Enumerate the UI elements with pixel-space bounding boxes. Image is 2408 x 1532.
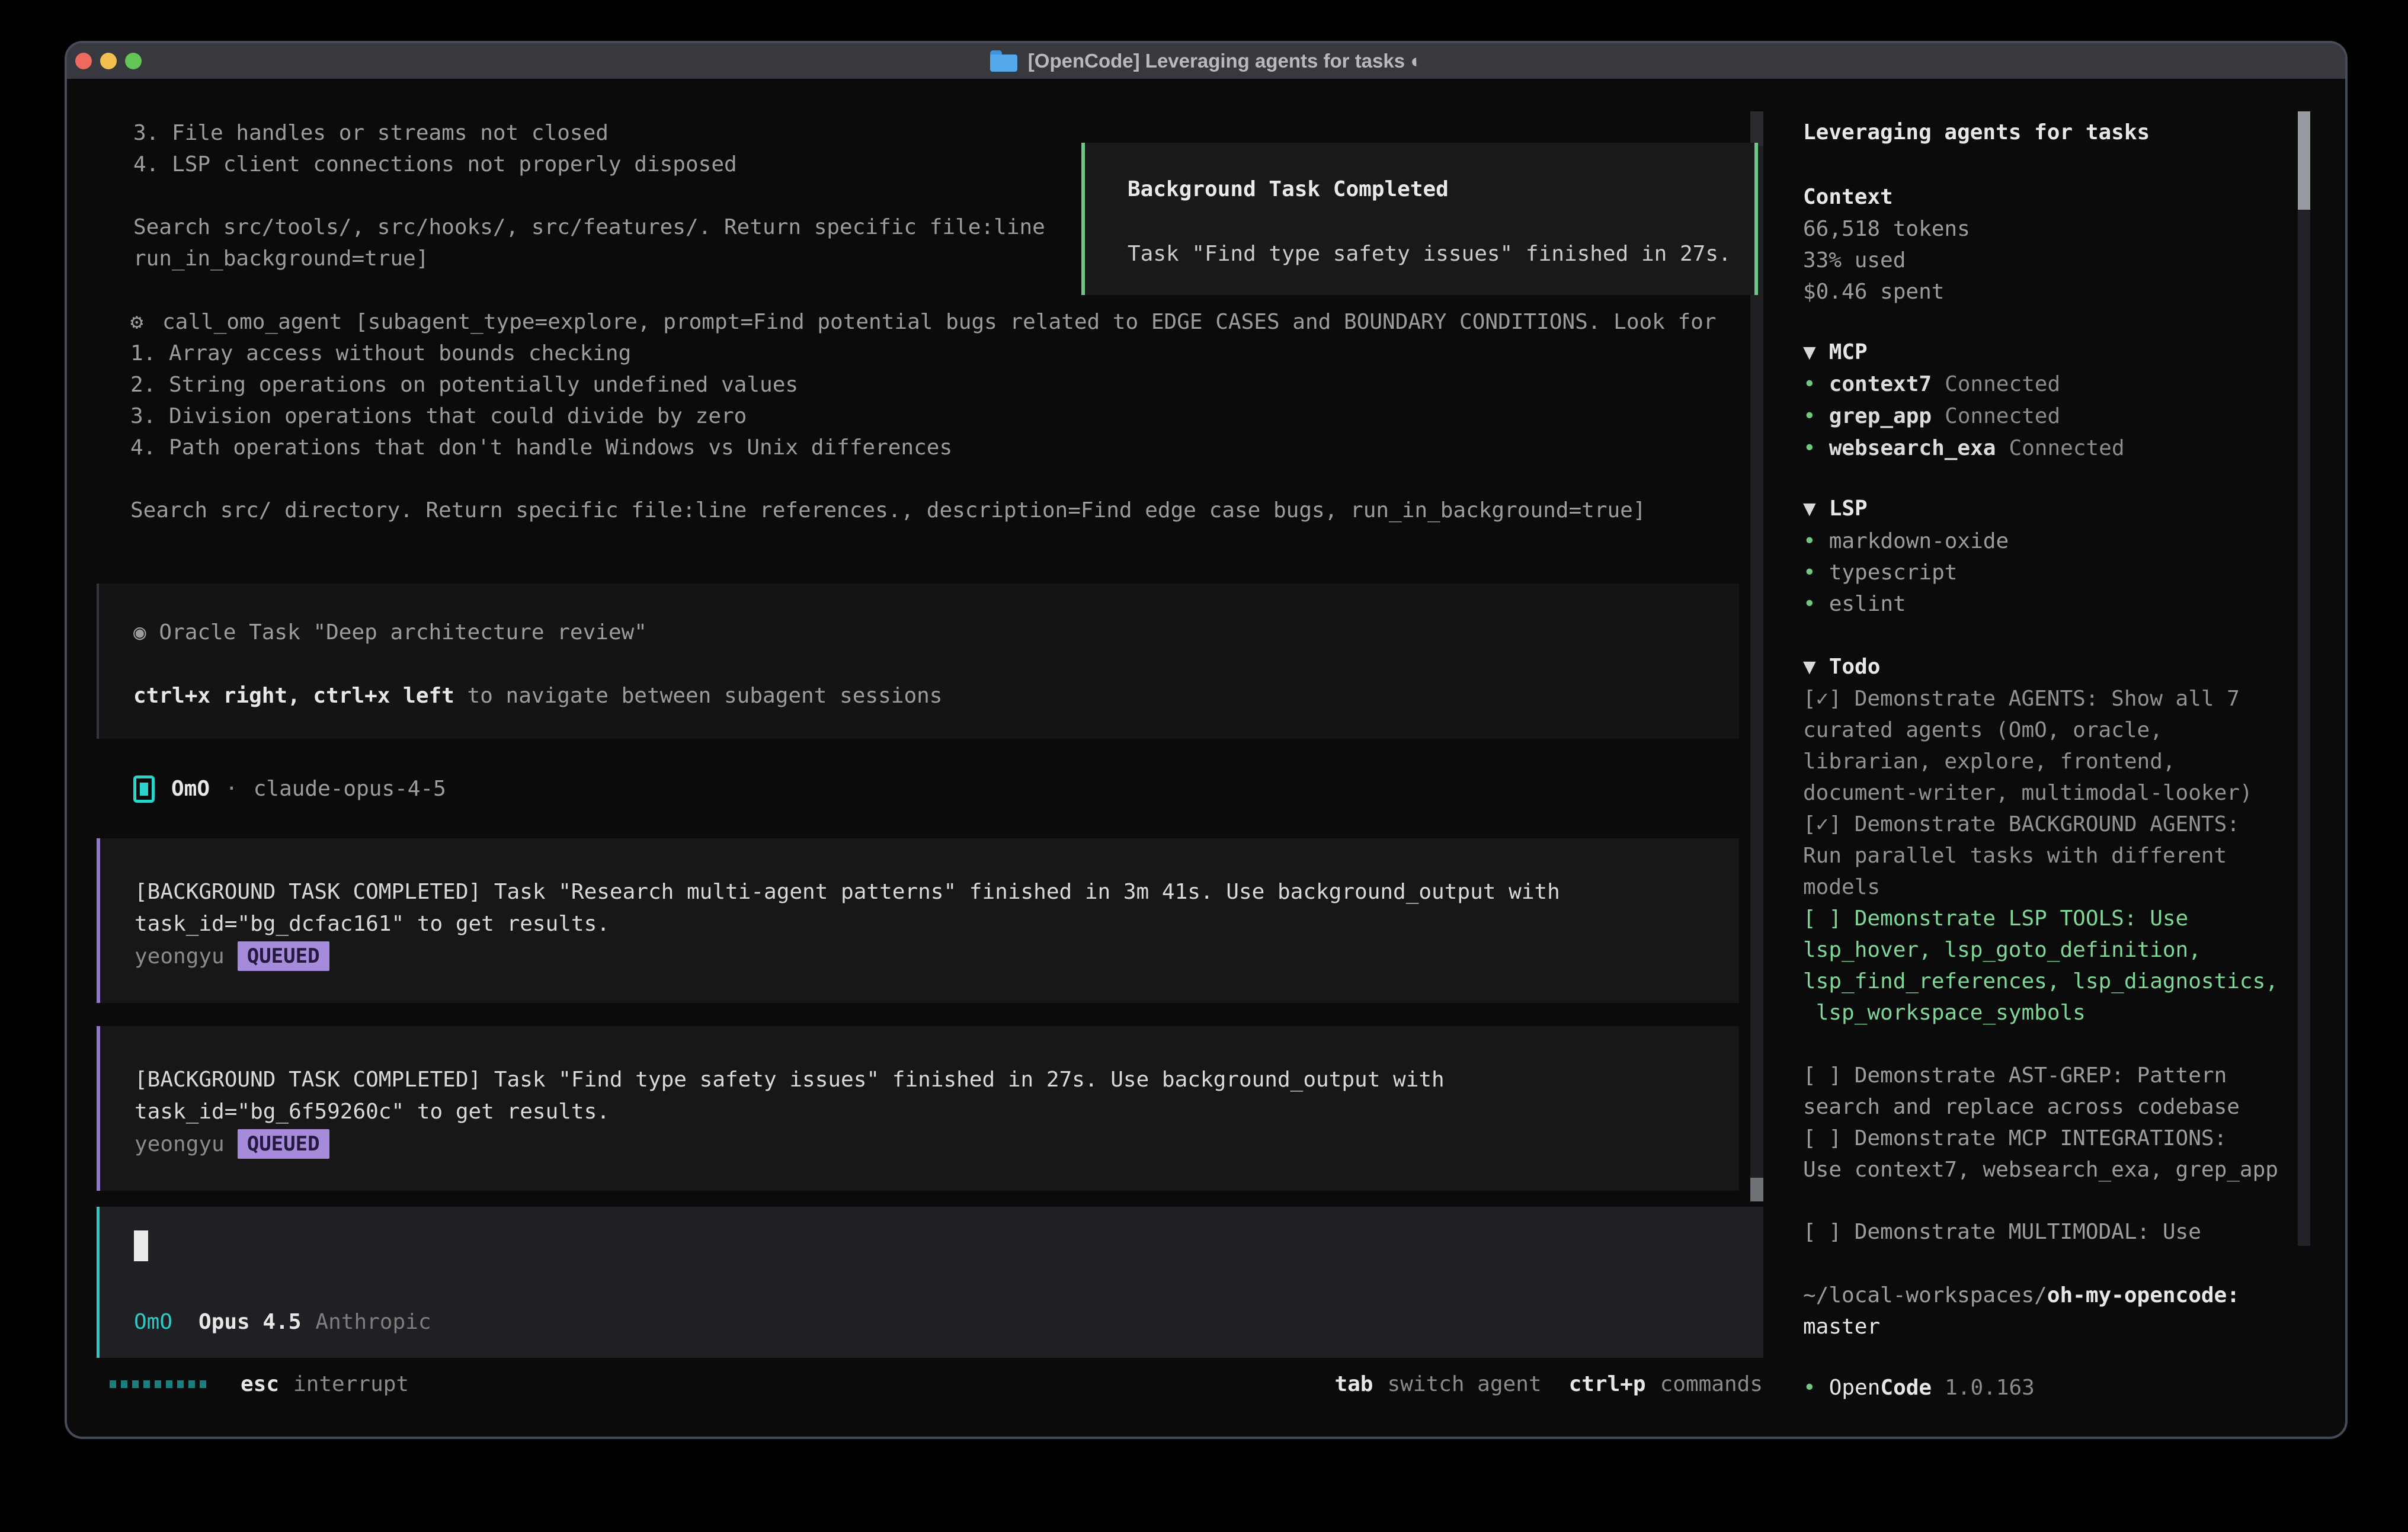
session-sidebar: Leveraging agents for tasks Context 66,5…	[1803, 117, 2304, 1404]
bullet-icon: •	[1803, 432, 1816, 464]
status-badge: QUEUED	[238, 1129, 329, 1159]
mcp-name: grep_app	[1829, 400, 1932, 432]
terminal-window: [OpenCode] Leveraging agents for tasks ◐…	[67, 43, 2345, 1437]
esc-key-label: interrupt	[293, 1368, 409, 1400]
close-button[interactable]	[75, 53, 92, 69]
context-heading: Context	[1803, 181, 2304, 213]
bullet-icon: •	[1803, 525, 1816, 557]
context-stats: 66,518 tokens 33% used $0.46 spent	[1803, 213, 2304, 307]
commands-key-label: commands	[1660, 1368, 1763, 1400]
collapse-triangle-icon: ▼	[1803, 496, 1816, 521]
mcp-section-header[interactable]: ▼MCP	[1803, 336, 2304, 368]
input-meta: OmO Opus 4.5 Anthropic	[134, 1306, 431, 1338]
background-task-notification: Background Task Completed Task "Find typ…	[1081, 143, 1758, 295]
main-scrollbar-thumb[interactable]	[1750, 1178, 1763, 1201]
agent-session-header[interactable]: OmO · claude-opus-4-5	[133, 773, 446, 805]
mcp-name: context7	[1829, 368, 1932, 400]
task-message-text: [BACKGROUND TASK COMPLETED] Task "Find t…	[135, 1064, 1739, 1128]
collapse-triangle-icon: ▼	[1803, 655, 1816, 679]
lsp-name: typescript	[1829, 557, 1958, 588]
lsp-section-header[interactable]: ▼LSP	[1803, 493, 2304, 525]
lsp-name: eslint	[1829, 588, 1906, 620]
background-task-message: [BACKGROUND TASK COMPLETED] Task "Resear…	[97, 838, 1739, 1003]
task-message-meta: yeongyu QUEUED	[135, 940, 1739, 972]
todo-in-progress-item: [ ] Demonstrate LSP TOOLS: Use lsp_hover…	[1803, 903, 2304, 1028]
version-number: 1.0.163	[1945, 1372, 2035, 1404]
task-message-meta: yeongyu QUEUED	[135, 1128, 1739, 1160]
title-bar[interactable]: [OpenCode] Leveraging agents for tasks ◐	[67, 43, 2345, 79]
separator-dot: ·	[225, 773, 238, 805]
workspace-path: ~/local-workspaces/oh-my-opencode: maste…	[1803, 1280, 2304, 1342]
folder-icon	[990, 50, 1017, 72]
lsp-item: • eslint	[1803, 588, 2304, 620]
notification-title: Background Task Completed	[1128, 174, 1754, 205]
todo-completed-items: [✓] Demonstrate AGENTS: Show all 7 curat…	[1803, 683, 2304, 903]
agent-icon	[133, 775, 155, 803]
task-message-text: [BACKGROUND TASK COMPLETED] Task "Resear…	[135, 876, 1739, 940]
hint-text: to navigate between subagent sessions	[454, 684, 943, 708]
bullet-icon: •	[1803, 368, 1816, 400]
window-title: [OpenCode] Leveraging agents for tasks ◐	[1028, 50, 1422, 72]
esc-key-hint: esc	[241, 1368, 279, 1400]
todo-pending-item: [ ] Demonstrate MULTIMODAL: Use	[1803, 1216, 2304, 1248]
workspace-prefix: ~/local-workspaces/	[1803, 1283, 2047, 1307]
record-icon: ◉	[133, 620, 146, 645]
statusbar-right: tab switch agent ctrl+p commands	[1334, 1368, 1763, 1400]
todo-pending-items: [ ] Demonstrate AST-GREP: Pattern search…	[1803, 1060, 2304, 1185]
status-badge: QUEUED	[238, 941, 329, 971]
product-name: Open	[1829, 1372, 1881, 1404]
minimize-button[interactable]	[100, 53, 117, 69]
task-user: yeongyu	[135, 941, 225, 972]
workspace-repo: oh-my-opencode:	[2047, 1283, 2240, 1307]
bullet-icon: •	[1803, 557, 1816, 588]
bullet-icon: •	[1803, 1372, 1816, 1404]
mcp-item: • websearch_exa Connected	[1803, 432, 2304, 464]
text-cursor	[134, 1230, 148, 1261]
workspace-branch: master	[1803, 1311, 2304, 1342]
scrollback-text: 3. File handles or streams not closed 4.…	[133, 117, 1045, 274]
input-agent-name: OmO	[134, 1306, 172, 1338]
mcp-item: • context7 Connected	[1803, 368, 2304, 400]
opencode-version: • OpenCode 1.0.163	[1803, 1372, 2304, 1404]
mcp-status: Connected	[1945, 400, 2060, 432]
bullet-icon: •	[1803, 400, 1816, 432]
commands-key-hint: ctrl+p	[1569, 1368, 1646, 1400]
maximize-button[interactable]	[125, 53, 142, 69]
task-user: yeongyu	[135, 1129, 225, 1160]
bullet-icon: •	[1803, 588, 1816, 620]
subagent-navigation-hint: ctrl+x right, ctrl+x left to navigate be…	[133, 680, 1739, 711]
todo-section-header[interactable]: ▼Todo	[1803, 651, 2304, 683]
main-scrollbar-top-segment	[1750, 111, 1763, 146]
oracle-task-title: ◉ Oracle Task "Deep architecture review"	[133, 617, 1739, 648]
activity-dots-icon	[110, 1380, 206, 1388]
hint-keys: ctrl+x right, ctrl+x left	[133, 684, 454, 708]
prompt-input[interactable]: OmO Opus 4.5 Anthropic	[97, 1207, 1763, 1358]
tab-key-hint: tab	[1334, 1368, 1373, 1400]
oracle-task-panel: ◉ Oracle Task "Deep architecture review"…	[97, 584, 1739, 739]
collapse-triangle-icon: ▼	[1803, 340, 1816, 364]
lsp-item: • typescript	[1803, 557, 2304, 588]
tab-key-label: switch agent	[1387, 1368, 1541, 1400]
statusbar-left: esc interrupt	[110, 1368, 409, 1400]
lsp-name: markdown-oxide	[1829, 525, 2009, 557]
background-task-message: [BACKGROUND TASK COMPLETED] Task "Find t…	[97, 1026, 1739, 1191]
input-provider-name: Anthropic	[315, 1306, 431, 1338]
mcp-status: Connected	[2009, 432, 2124, 464]
agent-name: OmO	[171, 773, 210, 805]
mcp-item: • grep_app Connected	[1803, 400, 2304, 432]
lsp-item: • markdown-oxide	[1803, 525, 2304, 557]
mcp-name: websearch_exa	[1829, 432, 1996, 464]
mcp-status: Connected	[1945, 368, 2060, 400]
session-title: Leveraging agents for tasks	[1803, 117, 2304, 149]
input-model-name[interactable]: Opus 4.5	[198, 1306, 301, 1338]
traffic-lights	[75, 53, 142, 69]
tool-call-text: call_omo_agent [subagent_type=explore, p…	[130, 306, 1717, 526]
agent-model: claude-opus-4-5	[254, 773, 446, 805]
notification-body: Task "Find type safety issues" finished …	[1128, 238, 1754, 270]
